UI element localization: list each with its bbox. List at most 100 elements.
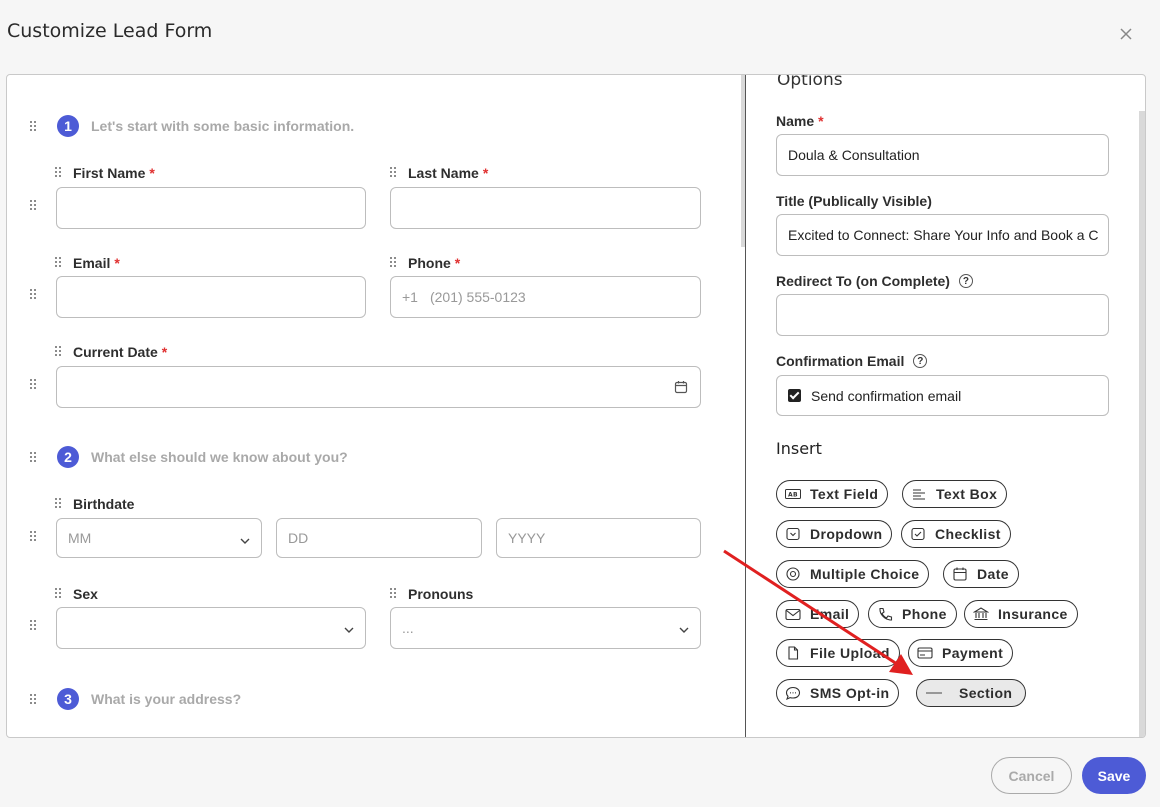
birth-year-input[interactable]: YYYY <box>496 518 701 558</box>
drag-handle-icon[interactable] <box>30 200 40 212</box>
insert-phone-button[interactable]: Phone <box>868 600 957 628</box>
envelope-icon <box>785 607 801 621</box>
sex-label: Sex <box>55 586 98 602</box>
last-name-input[interactable] <box>390 187 701 229</box>
drag-handle-icon[interactable] <box>30 531 40 543</box>
required-mark: * <box>114 255 120 271</box>
label-text: Email <box>73 255 111 271</box>
email-input[interactable] <box>56 276 366 318</box>
insert-sms-opt-in-button[interactable]: SMS Opt-in <box>776 679 900 707</box>
chip-label: Date <box>977 566 1009 582</box>
insert-date-button[interactable]: Date <box>943 560 1019 588</box>
cancel-button[interactable]: Cancel <box>991 757 1072 794</box>
phone-input[interactable]: +1 (201) 555-0123 <box>390 276 701 318</box>
insert-text-box-button[interactable]: Text Box <box>902 480 1008 508</box>
last-name-label: Last Name * <box>390 165 488 181</box>
drag-handle-icon[interactable] <box>390 167 400 179</box>
drag-handle-icon[interactable] <box>30 289 40 301</box>
redirect-label: Redirect To (on Complete) ? <box>776 273 973 289</box>
birth-month-select[interactable]: MM <box>56 518 262 558</box>
form-title-input[interactable]: Excited to Connect: Share Your Info and … <box>776 214 1109 256</box>
insert-payment-button[interactable]: Payment <box>908 639 1014 667</box>
options-heading: Options <box>777 75 843 90</box>
insert-file-upload-button[interactable]: File Upload <box>776 639 900 667</box>
drag-handle-icon[interactable] <box>30 121 40 133</box>
step-title: What is your address? <box>91 691 242 707</box>
calendar-icon[interactable] <box>674 380 688 394</box>
phone-icon <box>877 607 893 621</box>
calendar-icon <box>952 567 968 581</box>
editor-frame: 1 Let's start with some basic informatio… <box>6 74 1146 738</box>
first-name-input[interactable] <box>56 187 366 229</box>
chip-label: Section <box>959 685 1013 701</box>
checklist-icon <box>910 527 926 541</box>
step-number: 2 <box>57 446 79 468</box>
dropdown-icon <box>785 527 801 541</box>
insert-text-field-button[interactable]: AB Text Field <box>776 480 889 508</box>
required-mark: * <box>482 165 489 181</box>
chip-label: Email <box>810 606 850 622</box>
insert-heading: Insert <box>776 439 822 458</box>
insert-dropdown-button[interactable]: Dropdown <box>776 520 893 548</box>
divider-icon <box>925 686 943 700</box>
birth-day-input[interactable]: DD <box>276 518 482 558</box>
drag-handle-icon[interactable] <box>390 588 400 600</box>
phone-country-code: +1 <box>402 289 418 305</box>
help-icon[interactable]: ? <box>913 354 928 368</box>
chip-label: Dropdown <box>810 526 883 542</box>
current-date-label: Current Date * <box>55 344 167 360</box>
drag-handle-icon[interactable] <box>30 452 40 464</box>
insert-multiple-choice-button[interactable]: Multiple Choice <box>776 560 930 588</box>
label-text: Confirmation Email <box>776 353 905 369</box>
insert-checklist-button[interactable]: Checklist <box>901 520 1011 548</box>
chevron-down-icon <box>239 534 251 546</box>
svg-text:AB: AB <box>788 492 798 499</box>
confirmation-checkbox-label: Send confirmation email <box>811 387 962 404</box>
label-text: First Name <box>73 165 146 181</box>
drag-handle-icon[interactable] <box>30 694 40 706</box>
confirmation-email-label: Confirmation Email ? <box>776 353 928 369</box>
insert-section-button[interactable]: Section <box>916 679 1027 707</box>
step-title: Let's start with some basic information. <box>91 118 355 134</box>
drag-handle-icon[interactable] <box>55 167 65 179</box>
drag-handle-icon[interactable] <box>55 257 65 269</box>
customize-lead-form-modal: Customize Lead Form 1 Let's start with s… <box>0 0 1160 807</box>
label-text: Name <box>776 113 815 129</box>
birthdate-label: Birthdate <box>55 496 134 512</box>
drag-handle-icon[interactable] <box>30 379 40 391</box>
label-text: Pronouns <box>408 586 474 602</box>
redirect-input[interactable] <box>776 294 1109 336</box>
required-mark: * <box>818 113 824 129</box>
drag-handle-icon[interactable] <box>30 620 40 632</box>
help-icon[interactable]: ? <box>958 274 973 288</box>
sex-select[interactable] <box>56 607 366 649</box>
insert-insurance-button[interactable]: Insurance <box>964 600 1078 628</box>
chip-label: Insurance <box>998 606 1068 622</box>
form-preview-pane[interactable]: 1 Let's start with some basic informatio… <box>7 75 745 737</box>
insert-email-button[interactable]: Email <box>776 600 860 628</box>
drag-handle-icon[interactable] <box>55 498 65 510</box>
chip-label: Phone <box>902 606 947 622</box>
pronouns-label: Pronouns <box>390 586 473 602</box>
step-number: 1 <box>57 115 79 137</box>
required-mark: * <box>454 255 461 271</box>
phone-placeholder: (201) 555-0123 <box>429 289 526 305</box>
right-scrollbar[interactable] <box>1139 111 1145 737</box>
required-mark: * <box>149 165 155 181</box>
save-button[interactable]: Save <box>1082 757 1146 794</box>
close-icon[interactable] <box>1116 24 1136 44</box>
current-date-input[interactable] <box>56 366 701 408</box>
drag-handle-icon[interactable] <box>390 257 400 269</box>
radio-icon <box>785 567 801 581</box>
title-label: Title (Publically Visible) <box>776 193 932 209</box>
form-name-input[interactable]: Doula & Consultation <box>776 134 1109 176</box>
bank-icon <box>973 607 989 621</box>
drag-handle-icon[interactable] <box>55 588 65 600</box>
pronouns-select[interactable]: ... <box>390 607 701 649</box>
label-text: Current Date <box>73 344 158 360</box>
chip-label: SMS Opt-in <box>810 685 890 701</box>
checkbox-checked-icon[interactable] <box>788 389 801 402</box>
drag-handle-icon[interactable] <box>55 346 65 358</box>
confirmation-email-box[interactable]: Send confirmation email <box>776 375 1109 416</box>
label-text: Title (Publically Visible) <box>776 193 932 209</box>
